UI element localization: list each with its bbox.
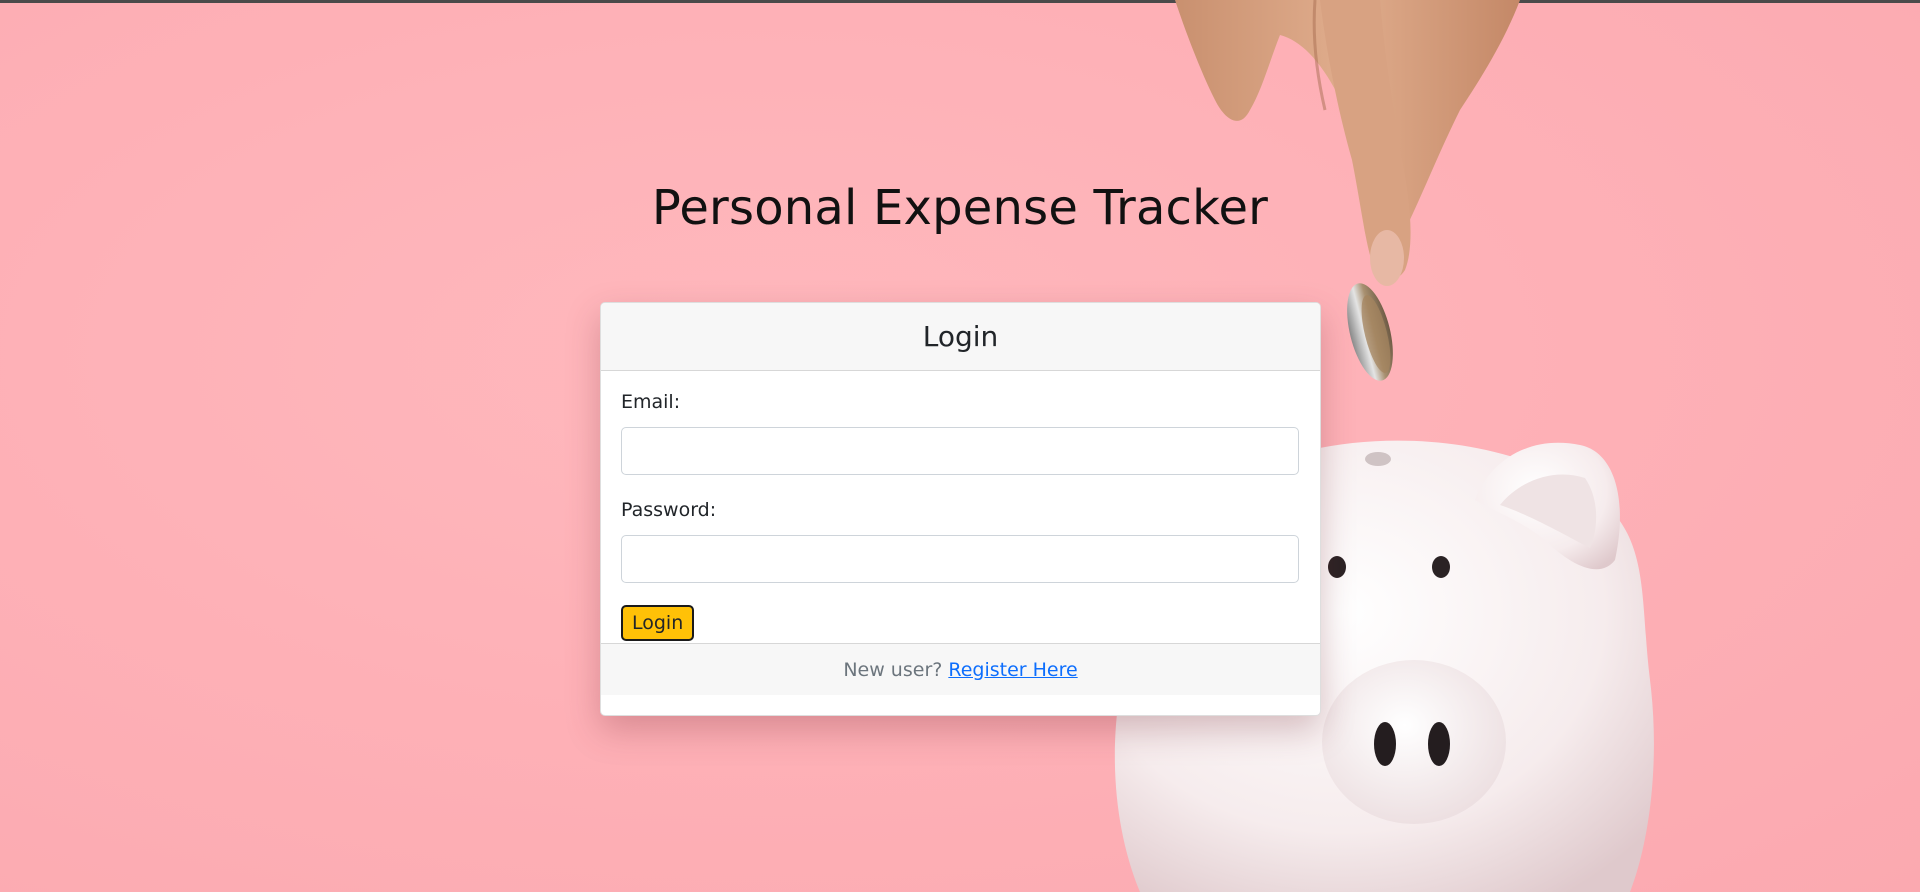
piggy-snout [1322, 660, 1506, 824]
login-form: Email: Password: Login [601, 371, 1320, 643]
password-label: Password: [621, 499, 717, 521]
login-card-footer: New user? Register Here [601, 643, 1320, 695]
email-label: Email: [621, 391, 681, 413]
new-user-text: New user? [843, 658, 943, 681]
login-card: Login Email: Password: Login New user? R… [600, 302, 1321, 716]
email-field[interactable] [621, 427, 1299, 475]
login-button[interactable]: Login [621, 605, 695, 641]
page-title: Personal Expense Tracker [651, 180, 1269, 236]
login-heading: Login [922, 320, 999, 353]
login-card-header: Login [601, 303, 1320, 371]
password-field[interactable] [621, 535, 1299, 583]
register-link[interactable]: Register Here [948, 659, 1077, 681]
